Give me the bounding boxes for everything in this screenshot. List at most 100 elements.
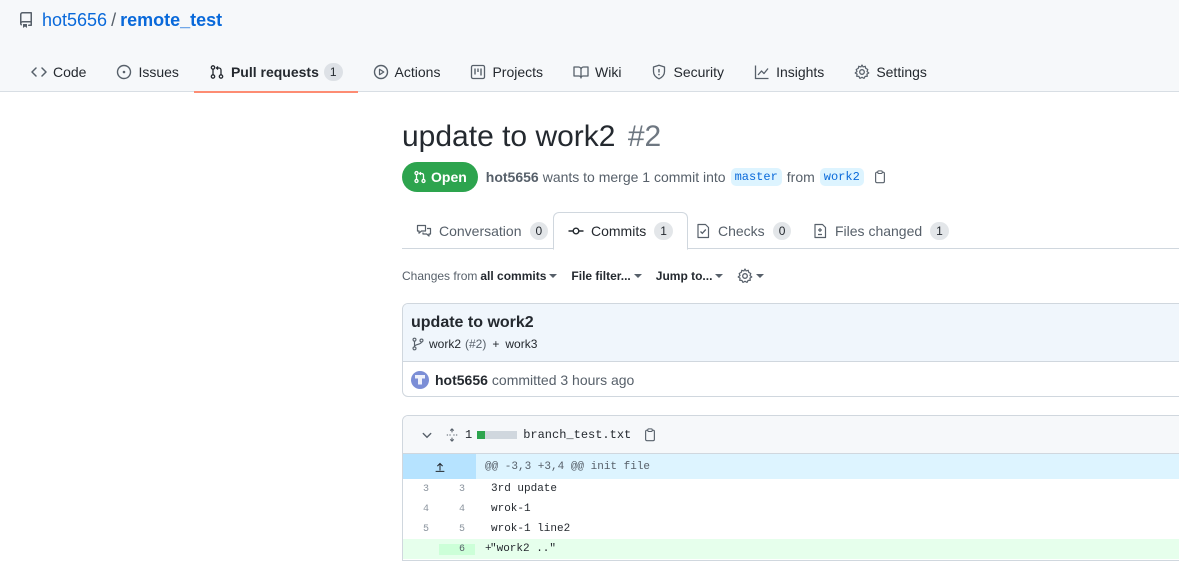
repo-icon (18, 12, 34, 28)
diff-hunk-header: @@ -3,3 +3,4 @@ init file (403, 454, 1179, 479)
copy-branch-button[interactable] (873, 170, 887, 184)
nav-tab-label: Projects (492, 64, 544, 80)
new-line-number[interactable]: 3 (439, 484, 475, 495)
commit-branches: work2 (#2) + work3 (411, 337, 1179, 351)
expand-up-button[interactable] (403, 454, 476, 479)
branch-plus: + (492, 337, 500, 351)
file-diff-icon (814, 223, 827, 238)
tab-label: Conversation (439, 222, 522, 239)
caret-down-icon (715, 274, 724, 278)
tab-counter: 0 (772, 221, 792, 240)
diffstat-neutral-block (485, 430, 494, 439)
file-filter-label: File filter... (571, 269, 631, 283)
commit-author-link[interactable]: hot5656 (435, 372, 488, 388)
commit-box: update to work2 work2 (#2) + work3 hot56… (402, 303, 1179, 397)
old-line-number[interactable]: 3 (403, 484, 439, 495)
hunk-text: @@ -3,3 +3,4 @@ init file (485, 460, 651, 473)
file-filter-dropdown[interactable]: File filter... (571, 269, 642, 283)
new-line-number[interactable]: 4 (439, 504, 475, 515)
diffstat-neutral-block (509, 430, 518, 439)
diffstat-count: 1 (465, 427, 473, 442)
commit-other-branch-link[interactable]: work3 (505, 337, 537, 351)
tab-counter: 1 (930, 221, 949, 240)
diff-line: 3 3 3rd update (403, 479, 1179, 499)
code-icon (31, 67, 47, 77)
nav-tab-settings[interactable]: Settings (839, 52, 942, 92)
old-line-number[interactable]: 5 (403, 524, 439, 535)
pull-requests-counter: 1 (323, 63, 343, 81)
tab-conversation[interactable]: Conversation 0 (402, 212, 562, 249)
tab-label: Files changed (835, 222, 923, 239)
base-branch-ref[interactable]: master (730, 168, 782, 186)
nav-tab-label: Settings (876, 64, 927, 80)
nav-tab-label: Actions (394, 64, 441, 80)
collapse-file-button[interactable] (421, 429, 433, 441)
gear-icon (854, 64, 870, 79)
pr-state-label: Open (431, 169, 467, 185)
diff-line: 5 5 wrok-1 line2 (403, 519, 1179, 539)
diff-added-marker: + (485, 543, 492, 555)
tab-counter: 0 (529, 221, 549, 240)
pull-request-icon (210, 65, 224, 79)
nav-tab-label: Pull requests (230, 64, 319, 80)
file-name-link[interactable]: branch_test.txt (523, 428, 631, 442)
book-icon (573, 66, 589, 79)
diff-settings-dropdown[interactable] (737, 268, 765, 284)
git-commit-icon (568, 227, 584, 235)
repo-owner-link[interactable]: hot5656 (42, 10, 107, 31)
jump-to-dropdown[interactable]: Jump to... (656, 269, 724, 283)
old-line-number[interactable]: 4 (403, 504, 439, 515)
new-line-number[interactable]: 5 (439, 524, 475, 535)
nav-tab-actions[interactable]: Actions (358, 52, 456, 92)
nav-tab-code[interactable]: Code (16, 52, 101, 92)
issue-icon (117, 64, 132, 80)
pr-number: #2 (627, 120, 662, 153)
diffstat-added-block (477, 430, 486, 439)
pr-tabs: Conversation 0 Commits 1 Checks 0 Files … (402, 212, 1179, 250)
chevron-down-icon (422, 432, 432, 438)
nav-tab-label: Security (673, 64, 725, 80)
nav-tab-wiki[interactable]: Wiki (558, 52, 636, 92)
diff-line-code: wrok-1 line2 (491, 523, 571, 535)
expand-all-button[interactable] (445, 427, 459, 442)
tab-checks[interactable]: Checks 0 (681, 212, 805, 249)
pr-author-link[interactable]: hot5656 (486, 169, 539, 185)
repo-name-link[interactable]: remote_test (120, 10, 222, 31)
diff-line-code: 3rd update (491, 483, 558, 495)
nav-tab-pull-requests[interactable]: Pull requests 1 (193, 52, 358, 93)
caret-down-icon (549, 274, 558, 278)
repo-nav: Code Issues Pull requests 1 Actions Proj… (16, 52, 942, 93)
changes-from-dropdown[interactable]: Changes from all commits (402, 269, 558, 283)
avatar[interactable] (411, 370, 429, 389)
diff-line: 4 4 wrok-1 (403, 499, 1179, 519)
repo-header: hot5656 / remote_test Code Issues Pull r… (0, 0, 1179, 93)
commit-time: committed 3 hours ago (491, 371, 635, 388)
changes-from-prefix: Changes from (402, 269, 478, 283)
repo-title: hot5656 / remote_test (18, 9, 222, 31)
diff-line-code: wrok-1 (491, 503, 531, 515)
head-branch-ref[interactable]: work2 (819, 168, 864, 186)
project-icon (471, 64, 486, 80)
pr-title-text: update to work2 (402, 120, 616, 153)
commit-branch-link[interactable]: work2 (429, 337, 461, 351)
nav-tab-projects[interactable]: Projects (455, 52, 558, 92)
gear-icon (738, 268, 753, 283)
nav-tab-security[interactable]: Security (636, 52, 739, 92)
repo-separator: / (111, 9, 117, 30)
tab-counter: 1 (654, 222, 673, 240)
commit-title-link[interactable]: update to work2 (411, 314, 534, 331)
copy-icon (645, 427, 656, 441)
nav-tab-issues[interactable]: Issues (101, 52, 193, 92)
tab-files-changed[interactable]: Files changed 1 (798, 212, 963, 249)
tab-commits[interactable]: Commits 1 (553, 212, 688, 250)
diffstat-bar (477, 430, 518, 439)
diff-line-added: 6 + "work2 .." (403, 539, 1179, 559)
caret-down-icon (633, 274, 642, 278)
new-line-number[interactable]: 6 (439, 543, 475, 555)
file-diff: 1 branch_test.txt @@ -3,3 +3,4 @@ init f… (402, 415, 1179, 561)
diffstat-neutral-block (493, 430, 502, 439)
nav-tab-label: Insights (776, 64, 825, 80)
nav-tab-insights[interactable]: Insights (739, 52, 839, 92)
copy-path-button[interactable] (643, 427, 657, 442)
nav-tab-label: Issues (138, 64, 179, 80)
